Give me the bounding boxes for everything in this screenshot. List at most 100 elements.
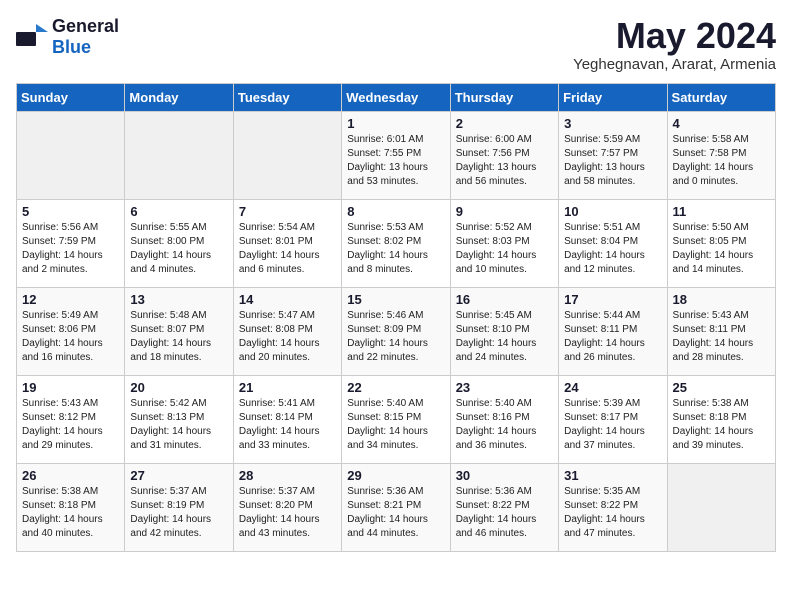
day-info: Sunrise: 5:37 AM Sunset: 8:20 PM Dayligh… xyxy=(239,485,336,541)
day-number: 17 xyxy=(564,292,661,307)
day-cell: 20 Sunrise: 5:42 AM Sunset: 8:13 PM Dayli… xyxy=(125,375,233,463)
day-info: Sunrise: 5:54 AM Sunset: 8:01 PM Dayligh… xyxy=(239,221,336,277)
day-cell: 1 Sunrise: 6:01 AM Sunset: 7:55 PM Daylig… xyxy=(342,111,450,199)
day-cell: 29 Sunrise: 5:36 AM Sunset: 8:21 PM Dayli… xyxy=(342,463,450,551)
day-cell: 28 Sunrise: 5:37 AM Sunset: 8:20 PM Dayli… xyxy=(233,463,341,551)
day-number: 8 xyxy=(347,204,444,219)
day-info: Sunrise: 5:46 AM Sunset: 8:09 PM Dayligh… xyxy=(347,309,444,365)
location-subtitle: Yeghegnavan, Ararat, Armenia xyxy=(573,56,776,73)
day-cell: 11 Sunrise: 5:50 AM Sunset: 8:05 PM Dayli… xyxy=(667,199,775,287)
day-info: Sunrise: 6:01 AM Sunset: 7:55 PM Dayligh… xyxy=(347,133,444,189)
day-number: 18 xyxy=(673,292,770,307)
day-info: Sunrise: 5:55 AM Sunset: 8:00 PM Dayligh… xyxy=(130,221,227,277)
day-info: Sunrise: 5:36 AM Sunset: 8:21 PM Dayligh… xyxy=(347,485,444,541)
day-number: 20 xyxy=(130,380,227,395)
day-cell: 22 Sunrise: 5:40 AM Sunset: 8:15 PM Dayli… xyxy=(342,375,450,463)
day-info: Sunrise: 5:40 AM Sunset: 8:15 PM Dayligh… xyxy=(347,397,444,453)
day-number: 12 xyxy=(22,292,119,307)
day-info: Sunrise: 5:58 AM Sunset: 7:58 PM Dayligh… xyxy=(673,133,770,189)
column-header-friday: Friday xyxy=(559,83,667,111)
logo-icon xyxy=(16,24,48,50)
day-number: 19 xyxy=(22,380,119,395)
day-number: 14 xyxy=(239,292,336,307)
day-number: 5 xyxy=(22,204,119,219)
day-number: 1 xyxy=(347,116,444,131)
day-info: Sunrise: 5:43 AM Sunset: 8:11 PM Dayligh… xyxy=(673,309,770,365)
day-info: Sunrise: 5:59 AM Sunset: 7:57 PM Dayligh… xyxy=(564,133,661,189)
day-number: 29 xyxy=(347,468,444,483)
day-info: Sunrise: 5:49 AM Sunset: 8:06 PM Dayligh… xyxy=(22,309,119,365)
column-header-thursday: Thursday xyxy=(450,83,558,111)
day-cell: 9Sunrise: 5:52 AM Sunset: 8:03 PM Daylig… xyxy=(450,199,558,287)
day-info: Sunrise: 5:53 AM Sunset: 8:02 PM Dayligh… xyxy=(347,221,444,277)
day-cell: 4 Sunrise: 5:58 AM Sunset: 7:58 PM Daylig… xyxy=(667,111,775,199)
day-cell: 14 Sunrise: 5:47 AM Sunset: 8:08 PM Dayli… xyxy=(233,287,341,375)
day-number: 4 xyxy=(673,116,770,131)
week-row-3: 12 Sunrise: 5:49 AM Sunset: 8:06 PM Dayli… xyxy=(17,287,776,375)
day-cell: 21Sunrise: 5:41 AM Sunset: 8:14 PM Dayli… xyxy=(233,375,341,463)
day-info: Sunrise: 5:37 AM Sunset: 8:19 PM Dayligh… xyxy=(130,485,227,541)
day-info: Sunrise: 5:48 AM Sunset: 8:07 PM Dayligh… xyxy=(130,309,227,365)
day-number: 24 xyxy=(564,380,661,395)
day-cell: 13 Sunrise: 5:48 AM Sunset: 8:07 PM Dayli… xyxy=(125,287,233,375)
day-number: 10 xyxy=(564,204,661,219)
day-info: Sunrise: 5:40 AM Sunset: 8:16 PM Dayligh… xyxy=(456,397,553,453)
day-info: Sunrise: 5:56 AM Sunset: 7:59 PM Dayligh… xyxy=(22,221,119,277)
day-cell: 24 Sunrise: 5:39 AM Sunset: 8:17 PM Dayli… xyxy=(559,375,667,463)
day-info: Sunrise: 5:43 AM Sunset: 8:12 PM Dayligh… xyxy=(22,397,119,453)
column-header-tuesday: Tuesday xyxy=(233,83,341,111)
day-cell: 8 Sunrise: 5:53 AM Sunset: 8:02 PM Daylig… xyxy=(342,199,450,287)
day-number: 30 xyxy=(456,468,553,483)
day-info: Sunrise: 6:00 AM Sunset: 7:56 PM Dayligh… xyxy=(456,133,553,189)
column-header-saturday: Saturday xyxy=(667,83,775,111)
day-number: 28 xyxy=(239,468,336,483)
day-number: 22 xyxy=(347,380,444,395)
column-header-wednesday: Wednesday xyxy=(342,83,450,111)
day-number: 21 xyxy=(239,380,336,395)
day-number: 6 xyxy=(130,204,227,219)
week-row-2: 5 Sunrise: 5:56 AM Sunset: 7:59 PM Daylig… xyxy=(17,199,776,287)
day-number: 26 xyxy=(22,468,119,483)
day-cell: 23Sunrise: 5:40 AM Sunset: 8:16 PM Dayli… xyxy=(450,375,558,463)
day-info: Sunrise: 5:50 AM Sunset: 8:05 PM Dayligh… xyxy=(673,221,770,277)
day-cell: 17Sunrise: 5:44 AM Sunset: 8:11 PM Dayli… xyxy=(559,287,667,375)
page-header: General Blue May 2024 Yeghegnavan, Arara… xyxy=(16,16,776,73)
day-number: 13 xyxy=(130,292,227,307)
week-row-5: 26 Sunrise: 5:38 AM Sunset: 8:18 PM Dayli… xyxy=(17,463,776,551)
day-cell: 10Sunrise: 5:51 AM Sunset: 8:04 PM Dayli… xyxy=(559,199,667,287)
day-number: 11 xyxy=(673,204,770,219)
day-cell xyxy=(667,463,775,551)
week-row-1: 1 Sunrise: 6:01 AM Sunset: 7:55 PM Daylig… xyxy=(17,111,776,199)
day-cell: 2 Sunrise: 6:00 AM Sunset: 7:56 PM Daylig… xyxy=(450,111,558,199)
day-info: Sunrise: 5:47 AM Sunset: 8:08 PM Dayligh… xyxy=(239,309,336,365)
title-block: May 2024 Yeghegnavan, Ararat, Armenia xyxy=(573,16,776,73)
day-number: 7 xyxy=(239,204,336,219)
column-header-monday: Monday xyxy=(125,83,233,111)
day-number: 16 xyxy=(456,292,553,307)
day-cell xyxy=(233,111,341,199)
calendar-table: SundayMondayTuesdayWednesdayThursdayFrid… xyxy=(16,83,776,552)
day-number: 3 xyxy=(564,116,661,131)
week-row-4: 19 Sunrise: 5:43 AM Sunset: 8:12 PM Dayli… xyxy=(17,375,776,463)
day-cell xyxy=(17,111,125,199)
day-info: Sunrise: 5:39 AM Sunset: 8:17 PM Dayligh… xyxy=(564,397,661,453)
day-info: Sunrise: 5:38 AM Sunset: 8:18 PM Dayligh… xyxy=(22,485,119,541)
day-cell: 3 Sunrise: 5:59 AM Sunset: 7:57 PM Daylig… xyxy=(559,111,667,199)
day-info: Sunrise: 5:45 AM Sunset: 8:10 PM Dayligh… xyxy=(456,309,553,365)
day-number: 2 xyxy=(456,116,553,131)
day-cell: 15Sunrise: 5:46 AM Sunset: 8:09 PM Dayli… xyxy=(342,287,450,375)
day-info: Sunrise: 5:36 AM Sunset: 8:22 PM Dayligh… xyxy=(456,485,553,541)
day-number: 31 xyxy=(564,468,661,483)
logo: General Blue xyxy=(16,16,119,58)
day-cell: 6 Sunrise: 5:55 AM Sunset: 8:00 PM Daylig… xyxy=(125,199,233,287)
day-cell: 25Sunrise: 5:38 AM Sunset: 8:18 PM Dayli… xyxy=(667,375,775,463)
calendar-header-row: SundayMondayTuesdayWednesdayThursdayFrid… xyxy=(17,83,776,111)
logo-blue: Blue xyxy=(52,37,91,57)
day-cell: 26 Sunrise: 5:38 AM Sunset: 8:18 PM Dayli… xyxy=(17,463,125,551)
column-header-sunday: Sunday xyxy=(17,83,125,111)
logo-general: General xyxy=(52,16,119,36)
day-info: Sunrise: 5:42 AM Sunset: 8:13 PM Dayligh… xyxy=(130,397,227,453)
day-cell: 30 Sunrise: 5:36 AM Sunset: 8:22 PM Dayli… xyxy=(450,463,558,551)
day-cell: 18 Sunrise: 5:43 AM Sunset: 8:11 PM Dayli… xyxy=(667,287,775,375)
day-number: 27 xyxy=(130,468,227,483)
